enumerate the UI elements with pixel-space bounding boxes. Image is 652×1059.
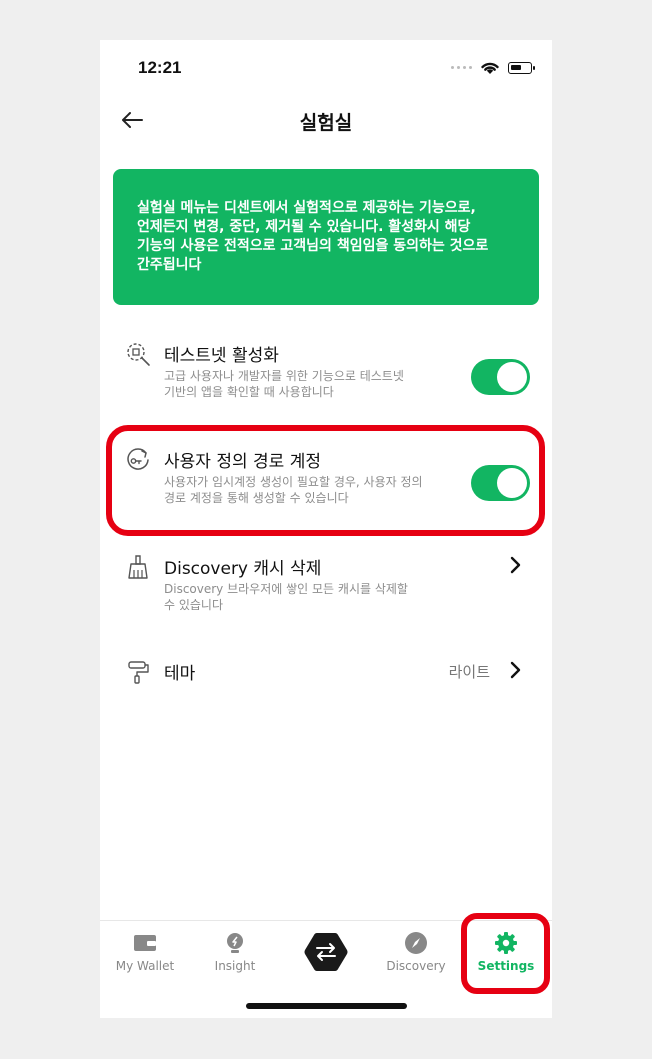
lightbulb-icon [227,933,243,953]
notice-line: 기능의 사용은 전적으로 고객님의 책임임을 동의하는 것으로 [137,238,489,254]
status-bar: 12:21 [100,40,552,96]
gear-icon [495,932,517,954]
status-icons [451,60,535,75]
home-indicator [246,1003,407,1009]
chevron-right-icon [510,556,521,574]
notice-line: 실험실 메뉴는 디센트에서 실험적으로 제공하는 기능으로, [137,200,476,216]
custom-path-desc-line: 경로 계정을 통해 생성할 수 있습니다 [164,491,349,505]
theme-title: 테마 [164,664,196,684]
header: 실험실 [100,96,552,144]
custom-path-desc-line: 사용자가 임시계정 생성이 필요할 경우, 사용자 정의 [164,475,423,489]
discovery-cache-description: Discovery 브라우저에 쌓인 모든 캐시를 삭제할 수 있습니다 [164,581,464,613]
testnet-desc-line: 기반의 앱을 확인할 때 사용합니다 [164,385,334,399]
swap-button[interactable] [303,929,349,975]
status-time: 12:21 [138,58,182,77]
page-title: 실험실 [299,112,353,134]
testnet-search-icon [127,343,150,366]
paint-roller-icon [128,661,149,684]
discovery-cache-desc-line: 수 있습니다 [164,598,224,612]
custom-path-description: 사용자가 임시계정 생성이 필요할 경우, 사용자 정의 경로 계정을 통해 생… [164,474,464,506]
setting-theme[interactable]: 테마 라이트 [100,659,552,689]
broom-icon [128,555,148,579]
notice-line: 언제든지 변경, 중단, 제거될 수 있습니다. 활성화시 해당 [137,219,471,235]
testnet-description: 고급 사용자나 개발자를 위한 기능으로 테스트넷 기반의 앱을 확인할 때 사… [164,368,464,400]
tab-label: My Wallet [115,959,175,973]
setting-testnet: 테스트넷 활성화 고급 사용자나 개발자를 위한 기능으로 테스트넷 기반의 앱… [100,341,552,411]
tab-bar: My Wallet Insight Discovery Settings [100,920,552,1018]
wallet-icon [134,935,156,951]
phone-screen: 12:21 실험실 실험실 메뉴는 디센트에서 실험적으로 제공하는 기능으로,… [100,40,552,1018]
toggle-knob [497,362,527,392]
tab-label: Discovery [386,959,446,973]
custom-path-title: 사용자 정의 경로 계정 [164,452,321,472]
custom-path-icon [127,448,149,470]
tab-my-wallet[interactable]: My Wallet [100,931,190,973]
discovery-cache-title: Discovery 캐시 삭제 [164,559,322,579]
notice-banner: 실험실 메뉴는 디센트에서 실험적으로 제공하는 기능으로, 언제든지 변경, … [113,169,539,305]
custom-path-toggle[interactable] [471,465,530,501]
tab-discovery[interactable]: Discovery [371,931,461,973]
tab-label: Insight [214,959,256,973]
battery-icon [508,61,535,74]
setting-discovery-cache[interactable]: Discovery 캐시 삭제 Discovery 브라우저에 쌓인 모든 캐시… [100,554,552,624]
notice-line: 간주됩니다 [137,257,202,273]
tab-settings[interactable]: Settings [461,931,551,973]
tab-label: Settings [477,959,535,973]
discovery-cache-desc-line: Discovery 브라우저에 쌓인 모든 캐시를 삭제할 [164,582,408,596]
testnet-title: 테스트넷 활성화 [164,346,279,366]
setting-custom-path-account: 사용자 정의 경로 계정 사용자가 임시계정 생성이 필요할 경우, 사용자 정… [100,447,552,517]
tab-insight[interactable]: Insight [190,931,280,973]
signal-icon [451,66,472,69]
theme-value: 라이트 [448,663,490,681]
testnet-toggle[interactable] [471,359,530,395]
chevron-right-icon [510,661,521,679]
toggle-knob [497,468,527,498]
testnet-desc-line: 고급 사용자나 개발자를 위한 기능으로 테스트넷 [164,369,404,383]
swap-icon [304,933,348,971]
compass-icon [405,932,427,954]
wifi-icon [481,62,499,74]
